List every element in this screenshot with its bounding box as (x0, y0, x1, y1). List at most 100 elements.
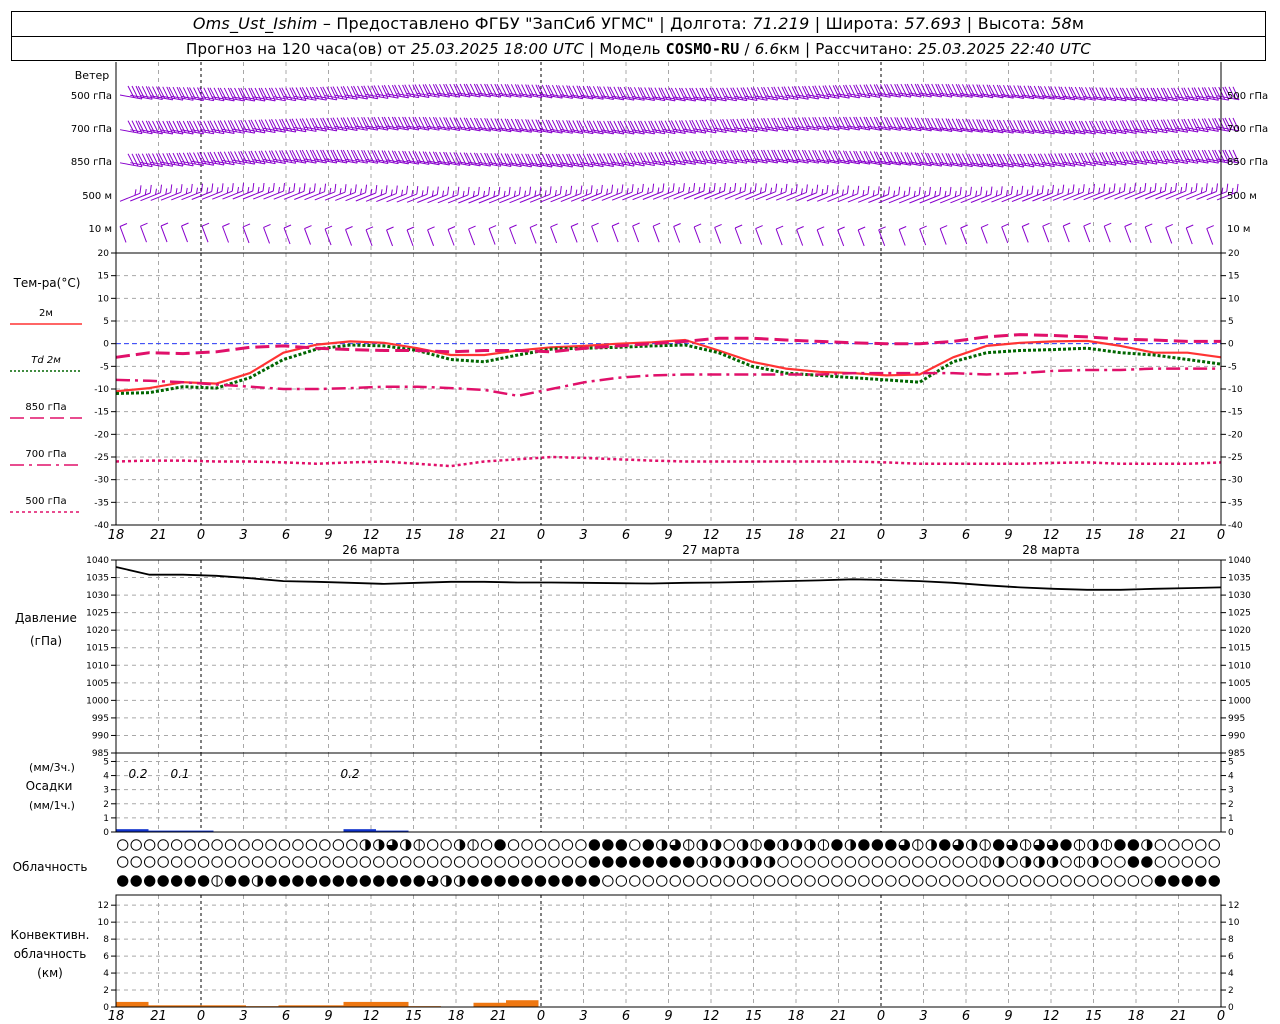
wind-barb-feather (160, 184, 163, 193)
cloud-symbol (332, 875, 345, 887)
wind-barb-feather (636, 187, 639, 194)
cloud-symbol-mark (365, 839, 371, 851)
cloud-symbol (925, 875, 937, 887)
convective-tick-label: 0 (1228, 1003, 1234, 1013)
pressure-tick-label: 1015 (1228, 644, 1251, 654)
temp-legend-label: 500 гПа (25, 496, 66, 507)
time-axis-hour-label: 15 (405, 528, 422, 543)
wind-barb-feather (595, 188, 598, 196)
wind-barb (868, 194, 889, 203)
cloud-symbol (386, 875, 398, 887)
wind-barb-feather (898, 226, 907, 230)
wind-barb (181, 191, 202, 201)
wind-barb-feather (155, 188, 157, 195)
wind-barb (888, 194, 910, 204)
wind-barb-feather (831, 189, 834, 196)
wind-barb-feather (313, 183, 316, 192)
wind-level-label-right: 500 м (1227, 191, 1257, 202)
wind-barb (263, 190, 284, 200)
wind-barb-feather (534, 190, 537, 197)
wind-barb-feather (980, 186, 983, 195)
wind-barb (509, 194, 530, 204)
wind-barb (1104, 190, 1125, 200)
cloud-symbol (858, 839, 870, 851)
cloud-symbol (292, 875, 304, 887)
wind-barb-feather (1082, 184, 1085, 193)
wind-barb-feather (975, 190, 978, 197)
wind-barb-feather (919, 225, 927, 230)
precip-tick-label: 0 (1228, 828, 1234, 838)
wind-barb-feather (477, 186, 480, 196)
wind-barb-feather (1104, 222, 1112, 227)
cloud-symbol (130, 839, 142, 851)
wind-barb (427, 229, 435, 246)
temp-tick-label: 10 (1228, 294, 1240, 304)
wind-barb-feather (324, 225, 333, 230)
wind-barb (704, 190, 725, 200)
wind-barb-feather (406, 185, 409, 194)
cloud-symbol (1087, 875, 1099, 887)
cloud-symbol (1019, 875, 1032, 887)
cloud-symbol (265, 875, 277, 887)
wind-barb-feather (744, 183, 747, 192)
wind-barb (1042, 225, 1050, 243)
wind-barb (796, 192, 817, 202)
wind-barb-feather (632, 222, 640, 227)
wind-barb-feather (329, 187, 332, 195)
convective-bar (343, 1001, 376, 1007)
wind-barb-feather (1072, 184, 1075, 193)
time-axis-hour-label-bottom: 3 (919, 1009, 927, 1024)
cloud-symbol (1195, 875, 1207, 887)
wind-barb (273, 190, 294, 200)
wind-barb-feather (1123, 183, 1126, 192)
wind-barb (191, 191, 212, 200)
cloud-symbol (1033, 875, 1045, 887)
wind-barb-feather (211, 183, 214, 192)
wind-barb (1124, 190, 1145, 200)
cloud-symbol-mark (459, 875, 465, 887)
pressure-tick-label: 1030 (1228, 591, 1251, 601)
wind-barb (714, 190, 735, 200)
cloud-symbol (332, 856, 345, 868)
cloud-symbol-mark (1146, 839, 1153, 851)
wind-barb-feather (411, 190, 414, 197)
precip-tick-label: 5 (103, 757, 109, 767)
wind-barb (222, 190, 243, 200)
wind-barb-feather (222, 223, 230, 227)
wind-barb-feather (959, 186, 962, 195)
wind-level-label-right: 700 гПа (1227, 124, 1268, 135)
wind-barb-feather (529, 223, 538, 228)
cloud-symbol (170, 839, 183, 851)
wind-barb (1185, 227, 1193, 245)
wind-barb-feather (380, 189, 383, 196)
cloud-symbol (777, 875, 789, 887)
wind-barb-feather (878, 226, 886, 231)
precip-annotation: 0.2 (340, 767, 359, 781)
cloud-symbol (831, 875, 843, 887)
cloud-symbol (1060, 839, 1072, 851)
precip-tick-label: 2 (103, 800, 109, 810)
cloud-symbol (440, 856, 452, 868)
wind-barb (345, 192, 366, 202)
time-axis-hour-label-bottom: 6 (282, 1009, 290, 1024)
wind-barb (140, 192, 161, 202)
cloud-symbol (575, 839, 587, 851)
wind-barb (160, 225, 168, 243)
wind-barb-feather (790, 188, 793, 195)
cloud-symbol-mark (715, 839, 721, 851)
wind-barb-feather (544, 190, 547, 197)
cloud-symbol (1181, 875, 1194, 887)
pressure-tick-label: 1010 (1228, 661, 1251, 671)
cloud-symbol (683, 856, 695, 868)
wind-barb (406, 193, 428, 203)
time-axis-hour-label-bottom: 12 (1043, 1009, 1060, 1024)
wind-barb (283, 190, 305, 200)
wind-barb-feather (319, 187, 322, 194)
convective-tick-label: 10 (98, 918, 110, 928)
wind-barb-feather (427, 226, 435, 231)
cloud-symbol-mark (742, 839, 748, 851)
wind-barb-feather (395, 185, 398, 194)
time-axis-hour-label-bottom: 18 (108, 1009, 125, 1024)
wind-barb (1134, 190, 1156, 200)
wind-barb-feather (591, 222, 599, 227)
